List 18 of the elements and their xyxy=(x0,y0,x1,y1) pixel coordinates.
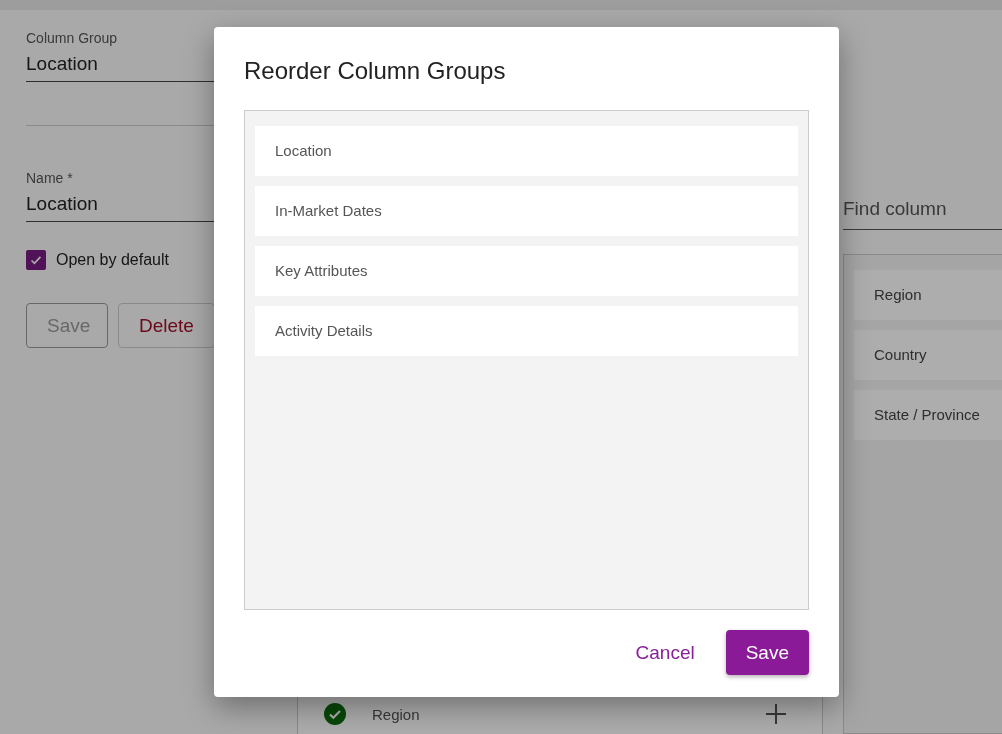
column-name: Region xyxy=(372,705,421,723)
delete-button[interactable]: Delete xyxy=(118,303,215,348)
column-list-item[interactable]: State / Province xyxy=(854,390,1002,440)
column-group-item[interactable]: Location xyxy=(255,126,798,176)
cancel-button[interactable]: Cancel xyxy=(619,630,711,675)
column-list-item[interactable]: Country xyxy=(854,330,1002,380)
field-value: Location xyxy=(26,193,99,215)
column-list-item[interactable]: Region xyxy=(854,270,1002,320)
save-button[interactable]: Save xyxy=(725,630,809,675)
field-label: Name * xyxy=(26,170,74,186)
checkbox-label: Open by default xyxy=(56,251,169,269)
search-field[interactable]: Find column xyxy=(843,188,1002,230)
checkbox[interactable] xyxy=(26,250,46,270)
field-label: Column Group xyxy=(26,30,119,46)
plus-icon[interactable] xyxy=(766,704,786,724)
column-group-item[interactable]: In-Market Dates xyxy=(255,186,798,236)
column-group-item[interactable]: Key Attributes xyxy=(255,246,798,296)
column-group-item[interactable]: Activity Details xyxy=(255,306,798,356)
